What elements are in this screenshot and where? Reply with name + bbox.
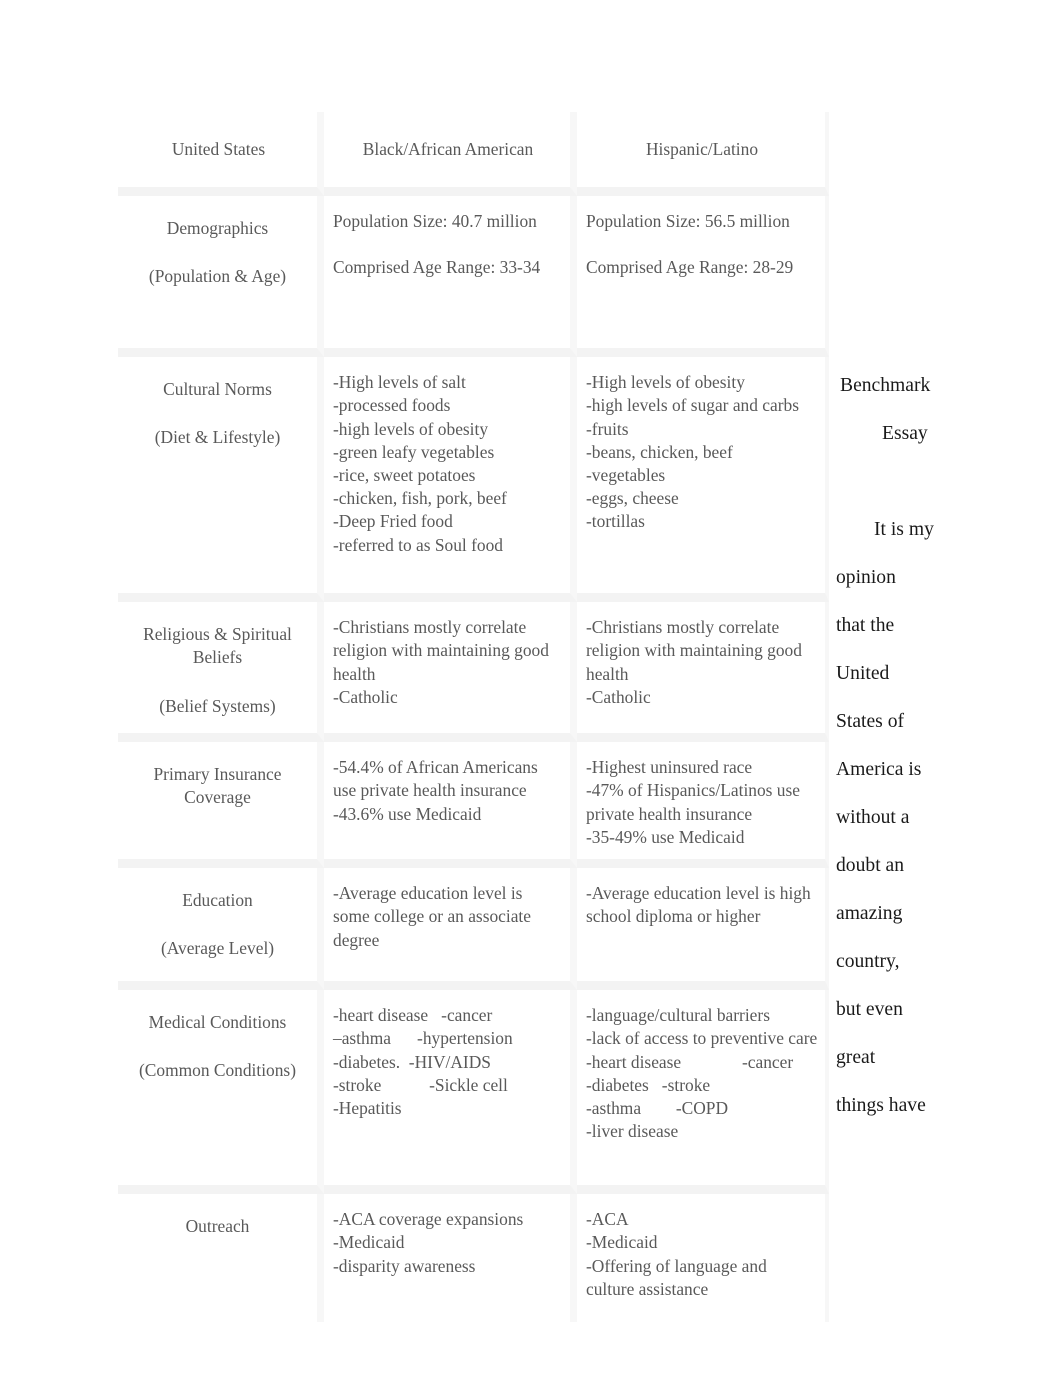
comparison-table: United States Black/African American His…	[118, 112, 829, 1323]
row-label-medical-conditions: Medical Conditions (Common Conditions)	[118, 990, 324, 1195]
essay-body-line: America is	[836, 759, 922, 780]
essay-body-line: that the	[836, 615, 895, 636]
document-page: United States Black/African American His…	[0, 0, 1062, 1376]
row-label-main: Cultural Norms	[163, 379, 272, 400]
essay-text-column: Benchmark Essay It is my opinion that th…	[836, 362, 1048, 1130]
cell-text: Population Size: 56.5 million	[586, 211, 790, 232]
column-header-label: Black/African American	[362, 139, 534, 159]
table-row: Religious & Spiritual Beliefs (Belief Sy…	[118, 602, 829, 743]
column-header-black-african-american: Black/African American	[324, 112, 577, 197]
cell-insurance-black: -54.4% of African Americans use private …	[324, 742, 577, 869]
cell-demographics-hispanic: Population Size: 56.5 million Comprised …	[577, 196, 829, 358]
essay-body-line: United	[836, 663, 890, 684]
cell-education-hispanic: -Average education level is high school …	[577, 868, 829, 991]
cell-text: -Average education level is high school …	[586, 883, 816, 927]
essay-body-line: It is my	[874, 519, 934, 540]
cell-text: -heart disease -cancer –asthma -hyperten…	[333, 1005, 513, 1119]
row-label-main: Education	[182, 890, 253, 911]
row-label-demographics: Demographics (Population & Age)	[118, 196, 324, 358]
essay-body-line: amazing	[836, 903, 903, 924]
cell-text: -language/cultural barriers -lack of acc…	[586, 1005, 818, 1142]
row-label-outreach: Outreach	[118, 1194, 324, 1323]
essay-blank-line	[836, 458, 1048, 506]
column-header-label: United States	[171, 139, 266, 159]
cell-text: -54.4% of African Americans use private …	[333, 757, 545, 824]
column-header-label: Hispanic/Latino	[645, 139, 759, 159]
cell-text: -Average education level is some college…	[333, 883, 536, 950]
row-label-sub: (Diet & Lifestyle)	[154, 427, 281, 448]
essay-body-line: States of	[836, 711, 905, 732]
table-row: Outreach -ACA coverage expansions -Medic…	[118, 1194, 829, 1323]
table-row: Medical Conditions (Common Conditions) -…	[118, 990, 829, 1195]
table-row: Demographics (Population & Age) Populati…	[118, 196, 829, 358]
cell-outreach-black: -ACA coverage expansions -Medicaid -disp…	[324, 1194, 577, 1323]
cell-medical-black: -heart disease -cancer –asthma -hyperten…	[324, 990, 577, 1195]
cell-text: -Christians mostly correlate religion wi…	[586, 617, 802, 707]
row-label-religious-beliefs: Religious & Spiritual Beliefs (Belief Sy…	[118, 602, 324, 743]
essay-title-line-1: Benchmark	[840, 375, 931, 396]
row-label-primary-insurance: Primary Insurance Coverage	[118, 742, 324, 869]
row-label-main: Medical Conditions	[148, 1012, 287, 1033]
essay-body-line: things have	[836, 1095, 926, 1116]
row-label-cultural-norms: Cultural Norms (Diet & Lifestyle)	[118, 357, 324, 603]
cell-insurance-hispanic: -Highest uninsured race -47% of Hispanic…	[577, 742, 829, 869]
cell-outreach-hispanic: -ACA -Medicaid -Offering of language and…	[577, 1194, 829, 1323]
table-header-row: United States Black/African American His…	[118, 112, 829, 197]
column-header-hispanic-latino: Hispanic/Latino	[577, 112, 829, 197]
cell-education-black: -Average education level is some college…	[324, 868, 577, 991]
cell-text: -High levels of salt -processed foods -h…	[333, 372, 507, 555]
row-label-sub: (Common Conditions)	[138, 1060, 296, 1081]
cell-text: -ACA coverage expansions -Medicaid -disp…	[333, 1209, 524, 1276]
cell-religious-beliefs-black: -Christians mostly correlate religion wi…	[324, 602, 577, 743]
essay-body-line: doubt an	[836, 855, 905, 876]
cell-medical-hispanic: -language/cultural barriers -lack of acc…	[577, 990, 829, 1195]
cell-demographics-black: Population Size: 40.7 million Comprised …	[324, 196, 577, 358]
row-label-sub: (Average Level)	[160, 938, 275, 959]
cell-cultural-norms-black: -High levels of salt -processed foods -h…	[324, 357, 577, 603]
cell-text: -High levels of obesity -high levels of …	[586, 372, 799, 532]
row-label-sub: (Belief Systems)	[159, 695, 276, 716]
cell-text: -Highest uninsured race -47% of Hispanic…	[586, 757, 800, 847]
essay-body-line: great	[836, 1047, 876, 1068]
row-label-sub: (Population & Age)	[148, 266, 287, 287]
cell-cultural-norms-hispanic: -High levels of obesity -high levels of …	[577, 357, 829, 603]
essay-title-line-2: Essay	[882, 423, 928, 444]
essay-body-line: country,	[836, 951, 900, 972]
row-label-education: Education (Average Level)	[118, 868, 324, 991]
cell-religious-beliefs-hispanic: -Christians mostly correlate religion wi…	[577, 602, 829, 743]
table-row: Primary Insurance Coverage -54.4% of Afr…	[118, 742, 829, 869]
essay-body-line: without a	[836, 807, 910, 828]
cell-text: -Christians mostly correlate religion wi…	[333, 617, 549, 707]
cell-text: Comprised Age Range: 33-34	[333, 257, 541, 278]
row-label-main: Primary Insurance Coverage	[153, 764, 282, 808]
cell-text: -ACA -Medicaid -Offering of language and…	[586, 1209, 767, 1299]
cell-text: Population Size: 40.7 million	[333, 211, 537, 232]
row-label-main: Outreach	[185, 1216, 250, 1237]
essay-body-line: but even	[836, 999, 903, 1020]
table-row: Education (Average Level) -Average educa…	[118, 868, 829, 991]
essay-body-line: opinion	[836, 567, 896, 588]
row-label-main: Demographics	[166, 218, 269, 239]
row-label-main: Religious & Spiritual Beliefs	[143, 624, 292, 668]
comparison-table-container: United States Black/African American His…	[118, 112, 829, 1323]
column-header-united-states: United States	[118, 112, 324, 197]
cell-text: Comprised Age Range: 28-29	[586, 257, 794, 278]
table-row: Cultural Norms (Diet & Lifestyle) -High …	[118, 357, 829, 603]
